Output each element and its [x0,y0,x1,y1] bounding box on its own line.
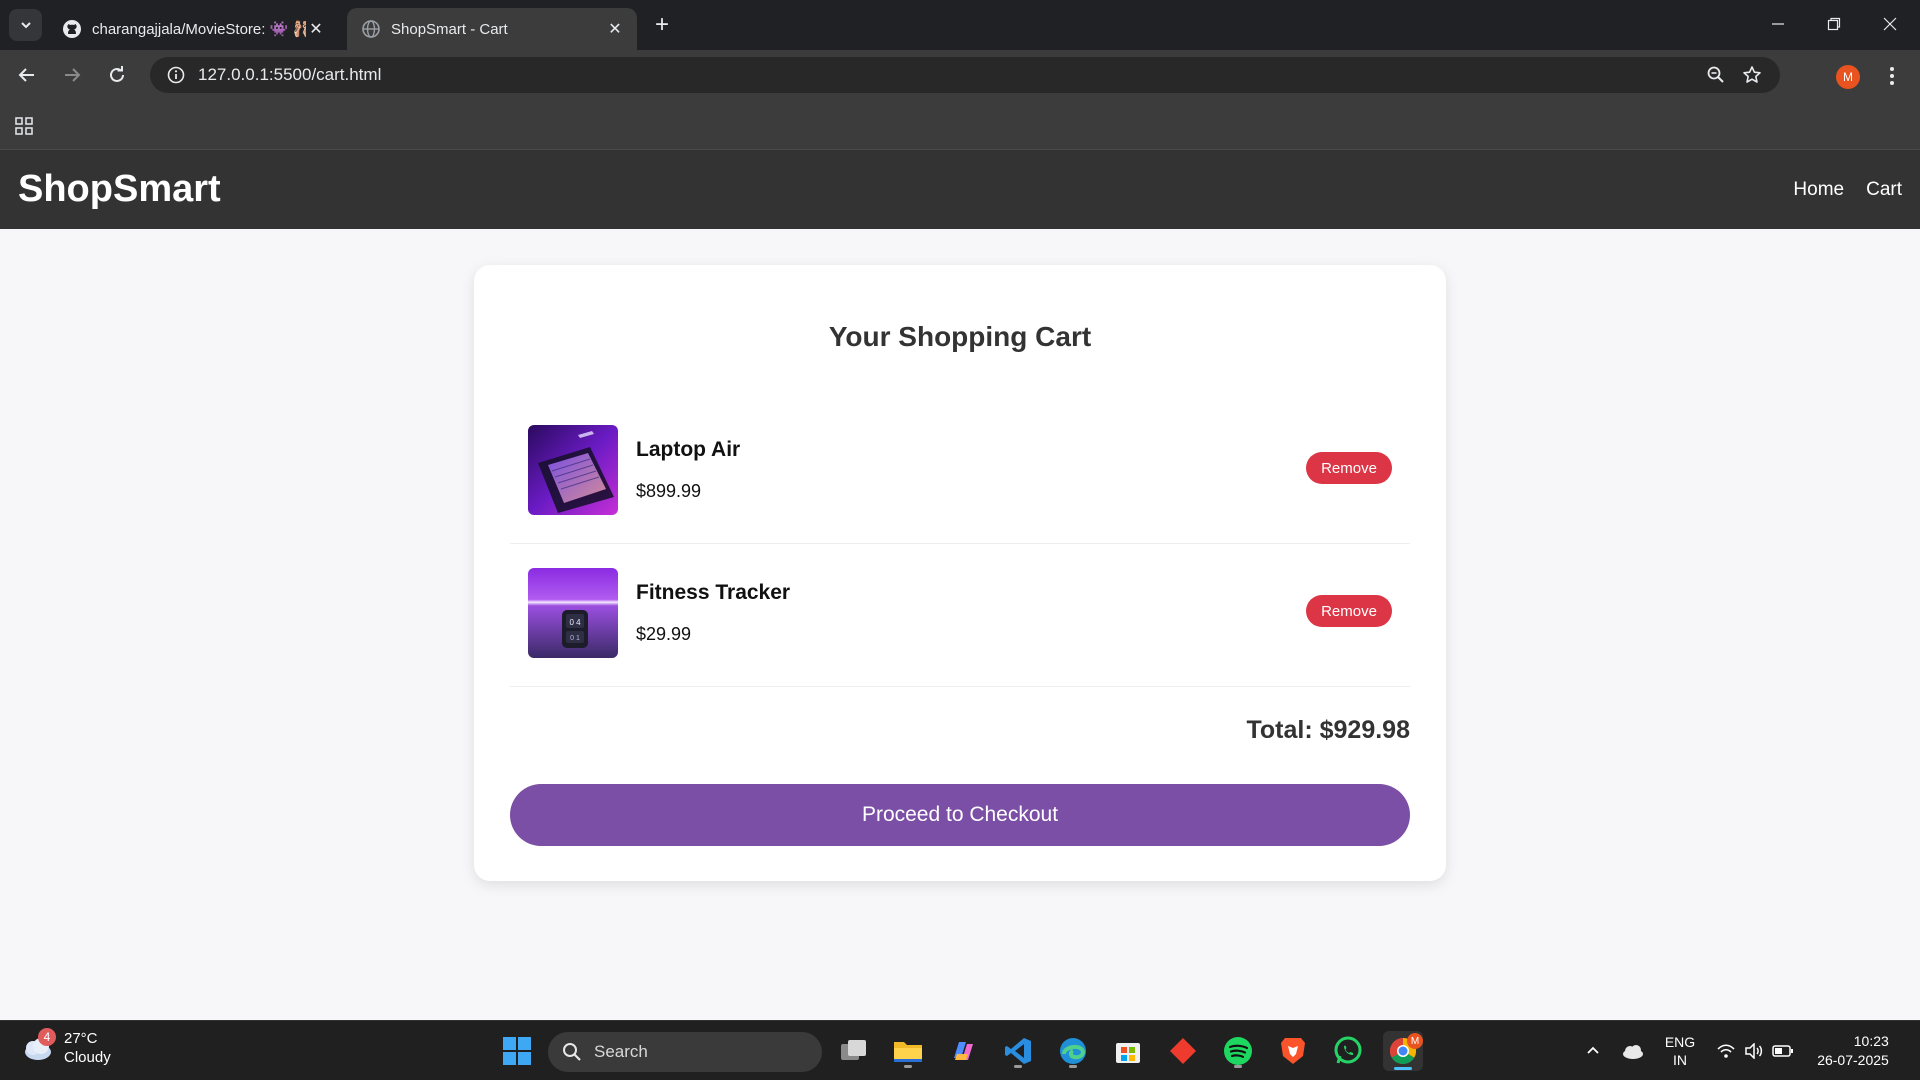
microsoft-store-icon[interactable] [1108,1031,1148,1071]
product-image-fitness-tracker: 0 4 0 1 [528,568,618,658]
clock[interactable]: 10:23 26-07-2025 [1810,1021,1896,1080]
file-explorer-icon[interactable] [888,1031,928,1071]
search-icon [563,1043,581,1061]
chevron-down-icon [20,22,31,29]
minimize-icon [1772,23,1784,25]
clock-date: 26-07-2025 [1817,1052,1889,1068]
profile-badge: M [1407,1033,1423,1049]
tab-search-button[interactable] [9,9,42,41]
window-close-button[interactable] [1862,0,1918,48]
zoom-icon[interactable] [1698,59,1734,91]
cart-container: Your Shopping Cart Laptop Air $899.99 Re… [474,265,1446,881]
vscode-icon[interactable] [998,1031,1038,1071]
spotify-icon[interactable] [1218,1031,1258,1071]
cart-item: 0 4 0 1 Fitness Tracker $29.99 Remove [510,545,1410,687]
task-view-icon[interactable] [834,1031,874,1071]
anydesk-icon[interactable] [1163,1031,1203,1071]
item-price: $29.99 [636,624,692,644]
more-options-icon[interactable] [1880,64,1904,88]
language-indicator[interactable]: ENG IN [1660,1021,1700,1080]
whatsapp-icon[interactable] [1328,1031,1368,1071]
close-icon[interactable]: ✕ [605,19,625,39]
weather-condition: Cloudy [64,1049,111,1066]
profile-avatar[interactable]: M [1836,65,1860,89]
bookmark-star-icon[interactable] [1734,59,1770,91]
lang-line1: ENG [1664,1034,1696,1050]
notification-badge: 4 [38,1028,56,1046]
site-nav: Home Cart [1793,179,1902,201]
brave-icon[interactable] [1273,1031,1313,1071]
product-image-laptop [528,425,618,515]
copilot-icon[interactable] [943,1031,983,1071]
minimize-button[interactable] [1750,0,1806,48]
item-name: Laptop Air [636,438,741,461]
browser-tab-strip: charangajjala/MovieStore: 👾 🩰 ✕ ShopSmar… [0,0,1920,50]
apps-grid-icon[interactable] [12,114,36,138]
globe-icon [361,19,381,39]
cloud-icon: 4 [20,1028,56,1066]
checkout-button[interactable]: Proceed to Checkout [510,784,1410,846]
taskbar-search[interactable]: Search [548,1032,822,1072]
search-placeholder: Search [594,1042,648,1061]
tab-title: ShopSmart - Cart [391,20,508,38]
forward-button[interactable] [56,59,88,91]
windows-start-icon[interactable] [497,1031,537,1071]
remove-button[interactable]: Remove [1306,452,1392,484]
back-button[interactable] [11,59,43,91]
restore-icon [1827,17,1841,31]
battery-icon[interactable] [1770,1021,1796,1080]
chrome-icon[interactable]: M [1383,1031,1423,1071]
windows-taskbar: 4 27°C Cloudy Search M ENG IN 10:23 26-0… [0,1020,1920,1080]
restore-button[interactable] [1806,0,1862,48]
svg-text:0 4: 0 4 [569,618,581,627]
reload-icon [110,66,124,82]
edge-icon[interactable] [1053,1031,1093,1071]
reload-button[interactable] [101,59,133,91]
volume-icon[interactable] [1742,1021,1766,1080]
site-header: ShopSmart Home Cart [0,150,1920,229]
remove-button[interactable]: Remove [1306,595,1392,627]
lang-line2: IN [1673,1052,1687,1068]
weather-temp: 27°C [64,1030,98,1047]
item-name: Fitness Tracker [636,581,791,604]
onedrive-cloud-icon[interactable] [1618,1021,1648,1080]
address-bar[interactable]: 127.0.0.1:5500/cart.html [150,57,1780,93]
weather-widget[interactable]: 4 27°C Cloudy [20,1028,111,1067]
close-icon[interactable]: ✕ [306,19,326,39]
github-icon [62,19,82,39]
item-price: $899.99 [636,481,702,501]
page-title: Your Shopping Cart [828,321,1092,352]
arrow-right-icon [65,68,81,82]
clock-time: 10:23 [1853,1033,1889,1049]
close-icon [1883,17,1897,31]
arrow-left-icon [18,68,34,82]
tab-shopsmart-cart[interactable]: ShopSmart - Cart ✕ [347,8,637,50]
nav-link-cart[interactable]: Cart [1866,179,1902,201]
site-brand[interactable]: ShopSmart [18,168,221,211]
cart-item: Laptop Air $899.99 Remove [510,402,1410,544]
chevron-up-icon[interactable] [1580,1021,1606,1080]
url-text[interactable]: 127.0.0.1:5500/cart.html [198,65,1698,85]
new-tab-button[interactable]: + [648,11,676,39]
site-info-icon[interactable] [158,66,194,84]
tab-title: charangajjala/MovieStore: 👾 🩰 [92,21,306,38]
svg-text:0 1: 0 1 [570,635,580,642]
wifi-icon[interactable] [1714,1021,1738,1080]
browser-toolbar: 127.0.0.1:5500/cart.html M [0,50,1920,100]
nav-link-home[interactable]: Home [1793,179,1844,201]
cart-total: Total: $929.98 [1246,716,1410,744]
bookmarks-bar [0,100,1920,150]
tab-moviestore[interactable]: charangajjala/MovieStore: 👾 🩰 ✕ [48,8,338,50]
